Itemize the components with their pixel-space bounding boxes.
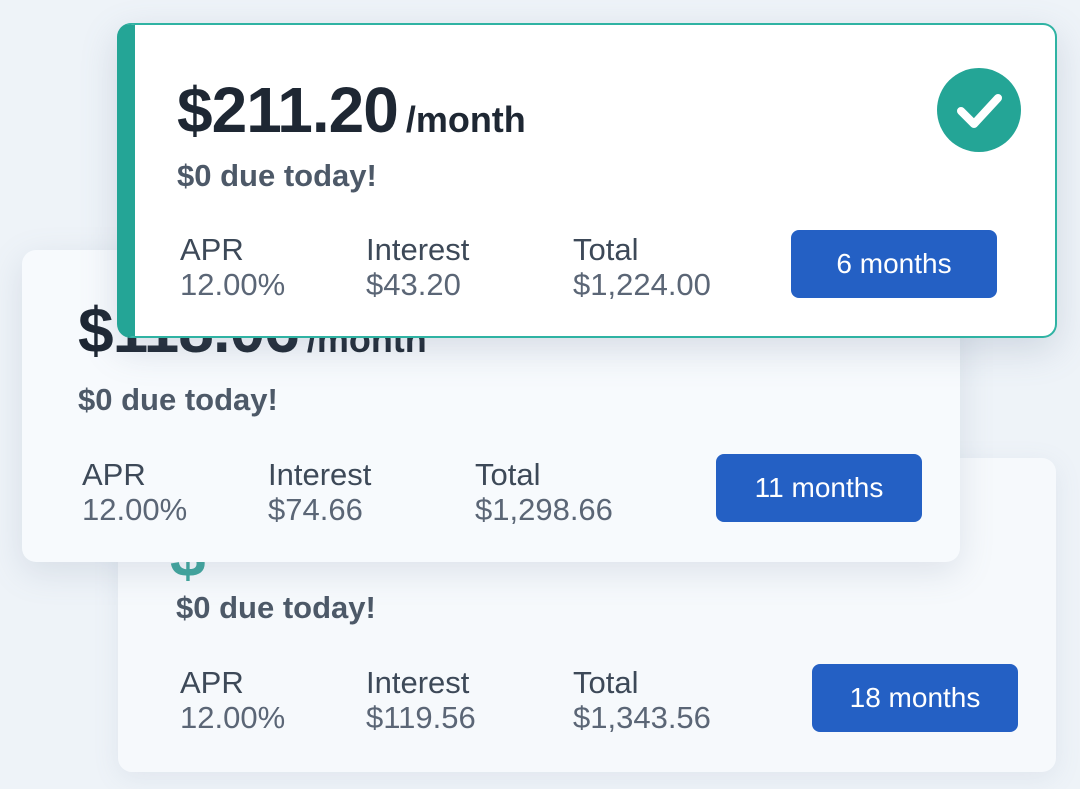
due-today-text: $0 due today! xyxy=(177,158,377,193)
total-value: $1,298.66 xyxy=(475,491,613,527)
total-label: Total xyxy=(573,232,639,267)
total-stat: Total $1,298.66 xyxy=(475,457,613,527)
total-value: $1,343.56 xyxy=(573,699,711,735)
due-today-text: $0 due today! xyxy=(78,382,278,417)
apr-stat: APR 12.00% xyxy=(180,232,286,302)
plan-card-6-months[interactable]: $211.20/month $0 due today! APR 12.00% I… xyxy=(117,23,1057,338)
interest-label: Interest xyxy=(268,457,372,492)
interest-stat: Interest $43.20 xyxy=(366,232,470,302)
price-period: /month xyxy=(405,99,526,140)
checkmark-circle-icon xyxy=(937,68,1021,152)
total-label: Total xyxy=(573,665,639,700)
apr-stat: APR 12.00% xyxy=(82,457,188,527)
interest-value: $74.66 xyxy=(268,491,363,527)
interest-label: Interest xyxy=(366,232,470,267)
term-button-6-months[interactable]: 6 months xyxy=(791,230,997,298)
apr-value: 12.00% xyxy=(180,699,286,735)
total-label: Total xyxy=(475,457,541,492)
interest-stat: Interest $119.56 xyxy=(366,665,476,735)
apr-label: APR xyxy=(180,665,244,700)
term-button-11-months[interactable]: 11 months xyxy=(716,454,922,522)
price-amount: $211.20 xyxy=(177,74,399,146)
monthly-price: $211.20/month xyxy=(177,78,526,142)
total-stat: Total $1,343.56 xyxy=(573,665,711,735)
interest-label: Interest xyxy=(366,665,470,700)
apr-value: 12.00% xyxy=(180,266,286,302)
total-stat: Total $1,224.00 xyxy=(573,232,711,302)
interest-value: $119.56 xyxy=(366,699,476,735)
apr-stat: APR 12.00% xyxy=(180,665,286,735)
apr-label: APR xyxy=(82,457,146,492)
apr-label: APR xyxy=(180,232,244,267)
apr-value: 12.00% xyxy=(82,491,188,527)
due-today-text: $0 due today! xyxy=(176,590,376,625)
interest-stat: Interest $74.66 xyxy=(268,457,372,527)
term-button-18-months[interactable]: 18 months xyxy=(812,664,1018,732)
total-value: $1,224.00 xyxy=(573,266,711,302)
interest-value: $43.20 xyxy=(366,266,461,302)
